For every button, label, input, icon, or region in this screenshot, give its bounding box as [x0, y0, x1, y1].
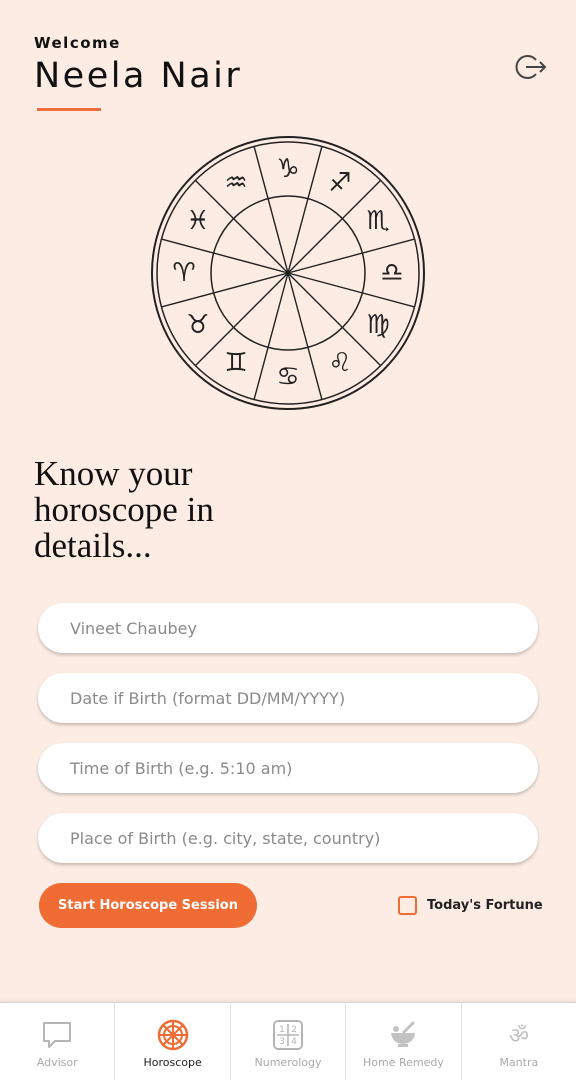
mortar-pestle-icon — [391, 1021, 416, 1047]
pob-field[interactable] — [38, 813, 538, 863]
dob-field[interactable] — [38, 673, 538, 723]
zodiac-glyph: ♋ — [276, 362, 299, 392]
nav-label-mantra: Mantra — [499, 1056, 539, 1069]
zodiac-glyph: ♈ — [172, 258, 195, 288]
nav-label-horoscope: Horoscope — [143, 1056, 202, 1069]
bottom-nav: Advisor Horoscope 12 34 Numerology Home … — [0, 1002, 576, 1080]
svg-text:1: 1 — [279, 1025, 285, 1035]
nav-item-home-remedy[interactable]: Home Remedy — [346, 1003, 462, 1080]
welcome-text: Welcome — [34, 34, 121, 52]
chat-bubble-icon — [43, 1022, 72, 1048]
title-underline — [37, 108, 101, 111]
zodiac-glyph: ♎ — [380, 258, 403, 288]
date-of-birth-input[interactable] — [38, 673, 538, 723]
zodiac-glyph: ♐ — [328, 168, 351, 198]
svg-text:3: 3 — [279, 1037, 285, 1047]
zodiac-glyph: ♉ — [186, 310, 209, 340]
tob-field[interactable] — [38, 743, 538, 793]
zodiac-wheel-icon: ♐ ♏ ♎ ♍ ♌ ♋ ♊ ♉ ♈ ♓ ♒ ♑ — [151, 136, 425, 410]
zodiac-glyph: ♍ — [366, 310, 389, 340]
header: Welcome Neela Nair — [34, 34, 242, 111]
dharma-wheel-icon — [157, 1019, 188, 1051]
logout-button[interactable] — [514, 50, 548, 84]
nav-label-home-remedy: Home Remedy — [362, 1056, 444, 1069]
zodiac-glyph: ♒ — [224, 168, 247, 198]
nav-item-numerology[interactable]: 12 34 Numerology — [231, 1003, 347, 1080]
start-horoscope-button[interactable]: Start Horoscope Session — [39, 883, 257, 928]
zodiac-glyph: ♓ — [186, 206, 209, 236]
todays-fortune-label: Today's Fortune — [427, 898, 543, 913]
user-name: Neela Nair — [34, 56, 243, 96]
name-input[interactable] — [38, 603, 538, 653]
nav-item-horoscope[interactable]: Horoscope — [115, 1003, 231, 1080]
om-icon: ॐ — [509, 1024, 529, 1049]
nav-label-numerology: Numerology — [254, 1056, 322, 1069]
time-of-birth-input[interactable] — [38, 743, 538, 793]
svg-text:2: 2 — [291, 1025, 297, 1035]
zodiac-glyph: ♊ — [224, 348, 247, 378]
place-of-birth-input[interactable] — [38, 813, 538, 863]
name-field[interactable] — [38, 603, 538, 653]
zodiac-glyph: ♑ — [276, 154, 299, 184]
todays-fortune-checkbox[interactable] — [398, 896, 417, 915]
nav-label-advisor: Advisor — [36, 1056, 78, 1069]
page-headline: Know your horoscope in details... — [34, 454, 214, 565]
logout-icon — [515, 55, 547, 79]
number-grid-icon: 12 34 — [273, 1020, 304, 1050]
todays-fortune-toggle[interactable]: Today's Fortune — [398, 896, 543, 915]
nav-item-mantra[interactable]: ॐ Mantra — [462, 1003, 576, 1080]
zodiac-glyph: ♏ — [366, 206, 389, 236]
svg-text:ॐ: ॐ — [509, 1024, 529, 1049]
svg-text:4: 4 — [291, 1037, 297, 1047]
zodiac-glyph: ♌ — [328, 348, 351, 378]
nav-item-advisor[interactable]: Advisor — [0, 1003, 116, 1080]
